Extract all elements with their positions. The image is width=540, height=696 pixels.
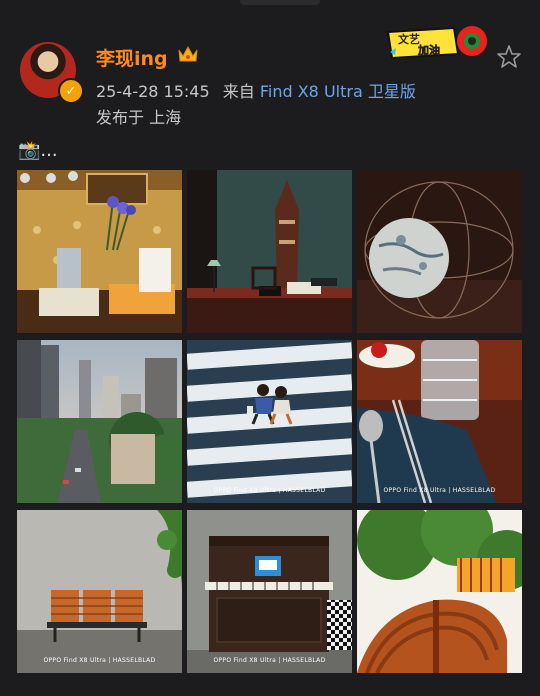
photo-4[interactable] xyxy=(17,340,182,503)
photo-6[interactable]: OPPO Find X8 Ultra | HASSELBLAD xyxy=(357,340,522,503)
photo-7[interactable]: OPPO Find X8 Ultra | HASSELBLAD xyxy=(17,510,182,673)
post-meta: 25-4-28 15:45 来自 Find X8 Ultra 卫星版 xyxy=(96,78,416,102)
source-device-link[interactable]: Find X8 Ultra 卫星版 xyxy=(260,82,416,101)
status-area xyxy=(0,0,540,10)
notch-indicator xyxy=(240,0,320,5)
verified-icon: ✓ xyxy=(58,78,84,104)
badge-line1: 文艺 xyxy=(398,32,420,46)
photo-3[interactable] xyxy=(357,170,522,333)
photo-8[interactable]: OPPO Find X8 Ultra | HASSELBLAD xyxy=(187,510,352,673)
photo-grid: OPPO Find X8 Ultra | HASSELBLAD OPPO Fin… xyxy=(17,170,522,674)
fan-badge[interactable]: 文艺 加油 xyxy=(384,24,494,62)
badge-line2: 加油 xyxy=(417,43,440,57)
crown-icon xyxy=(178,45,198,62)
photo-2[interactable] xyxy=(187,170,352,333)
photo-watermark: OPPO Find X8 Ultra | HASSELBLAD xyxy=(43,657,156,664)
star-icon[interactable] xyxy=(496,44,522,70)
photo-5[interactable]: OPPO Find X8 Ultra | HASSELBLAD xyxy=(187,340,352,503)
via-label: 来自 xyxy=(222,82,255,101)
photo-watermark: OPPO Find X8 Ultra | HASSELBLAD xyxy=(383,487,496,494)
username[interactable]: 李现ing xyxy=(96,44,168,71)
photo-watermark: OPPO Find X8 Ultra | HASSELBLAD xyxy=(213,657,326,664)
location-text: 发布于 上海 xyxy=(96,108,182,127)
photo-watermark: OPPO Find X8 Ultra | HASSELBLAD xyxy=(213,487,326,494)
timestamp: 25-4-28 15:45 xyxy=(96,82,210,101)
post-text: 📸... xyxy=(18,140,58,161)
photo-1[interactable] xyxy=(17,170,182,333)
photo-9[interactable] xyxy=(357,510,522,673)
